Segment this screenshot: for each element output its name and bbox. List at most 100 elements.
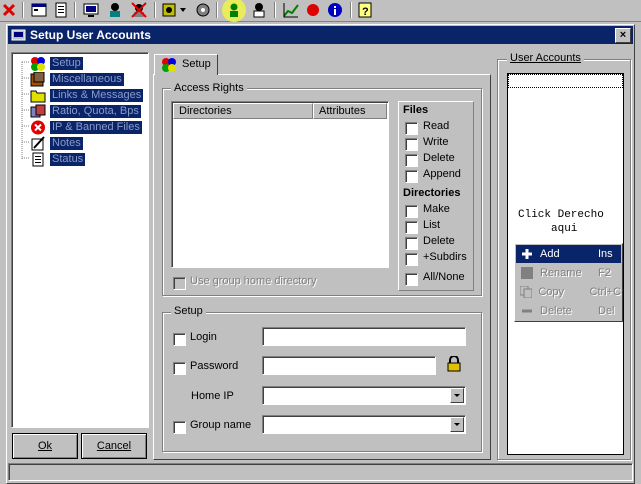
column-header-attributes[interactable]: Attributes	[313, 103, 387, 119]
tree-item-label: Miscellaneous	[50, 72, 124, 86]
tree-item-ip-banned[interactable]: IP & Banned Files	[30, 119, 142, 135]
menu-item-delete[interactable]: Delete Del	[516, 302, 621, 320]
make-label: Make	[423, 203, 450, 215]
menu-item-shortcut: Ctrl+C	[589, 286, 621, 298]
stop-icon[interactable]	[0, 1, 18, 19]
column-header-label: Directories	[179, 105, 232, 117]
menu-item-copy[interactable]: Copy Ctrl+C	[516, 283, 621, 301]
hint-text: Click Derecho	[518, 209, 604, 221]
menu-item-rename[interactable]: Rename F2	[516, 264, 621, 282]
menu-item-label: Add	[540, 248, 560, 260]
notes-icon	[30, 135, 46, 151]
info-icon[interactable]	[326, 1, 344, 19]
tree-item-label: Status	[50, 152, 86, 166]
context-menu: Add Ins Rename F2 Copy Ctrl+C Delete Del	[514, 243, 623, 322]
group-name-checkbox[interactable]	[173, 421, 186, 434]
window-title: Setup User Accounts	[30, 28, 151, 42]
settings-icon[interactable]	[160, 1, 178, 19]
user-accounts-icon[interactable]	[222, 0, 246, 22]
home-ip-dropdown[interactable]	[262, 386, 466, 405]
tree-item-label: Links & Messages	[50, 88, 144, 102]
lock-icon[interactable]	[447, 355, 461, 372]
menu-item-label: Rename	[540, 267, 582, 279]
subdirs-label: +Subdirs	[423, 251, 467, 263]
list-checkbox[interactable]	[405, 221, 418, 234]
write-checkbox[interactable]	[405, 138, 418, 151]
users-icon[interactable]	[106, 1, 124, 19]
delete-file-checkbox[interactable]	[405, 154, 418, 167]
use-group-home-label: Use group home directory	[190, 275, 317, 287]
cancel-label: Cancel	[96, 440, 132, 452]
list-focus-row	[508, 74, 623, 88]
dropdown-icon[interactable]	[178, 1, 188, 19]
menu-item-shortcut: Del	[598, 305, 615, 317]
setup-icon	[30, 56, 46, 71]
use-group-home-checkbox[interactable]	[173, 277, 186, 290]
all-none-label: All/None	[423, 271, 465, 283]
menu-item-shortcut: Ins	[598, 248, 613, 260]
login-input[interactable]	[262, 327, 466, 346]
minus-icon	[520, 305, 534, 317]
ok-button[interactable]: Ok	[12, 433, 78, 459]
status-bar	[8, 463, 633, 481]
user-icon[interactable]	[250, 1, 268, 19]
column-header-label: Attributes	[319, 105, 366, 117]
rename-icon	[520, 267, 534, 279]
title-bar: Setup User Accounts ×	[8, 26, 633, 44]
password-label: Password	[190, 360, 239, 372]
make-checkbox[interactable]	[405, 205, 418, 218]
tree-item-links-messages[interactable]: Links & Messages	[30, 87, 144, 103]
tree-item-status[interactable]: Status	[30, 151, 86, 167]
delete-file-label: Delete	[423, 152, 455, 164]
hint-text: aqui	[551, 223, 578, 235]
misc-icon	[30, 71, 46, 87]
monitor-icon[interactable]	[82, 1, 100, 19]
menu-item-label: Delete	[540, 305, 572, 317]
tree-item-label: Notes	[50, 136, 83, 150]
toolbar: ?	[0, 0, 641, 22]
group-name-dropdown[interactable]	[262, 415, 466, 434]
column-header-directories[interactable]: Directories	[173, 103, 313, 119]
menu-item-label: Copy	[538, 286, 565, 298]
read-checkbox[interactable]	[405, 122, 418, 135]
folder-icon	[30, 88, 46, 103]
list-label: List	[423, 219, 441, 231]
tree-item-ratio-quota[interactable]: Ratio, Quota, Bps	[30, 103, 141, 119]
tree-item-setup[interactable]: Setup	[30, 55, 83, 71]
setup-icon	[161, 57, 177, 73]
chart-icon[interactable]	[282, 1, 300, 19]
delete-dir-checkbox[interactable]	[405, 237, 418, 250]
login-label: Login	[190, 331, 217, 343]
cancel-button[interactable]: Cancel	[81, 433, 147, 459]
tree-item-label: Setup	[50, 56, 83, 70]
ban-icon[interactable]	[130, 1, 148, 19]
setup-title: Setup	[171, 305, 206, 317]
tab-setup[interactable]: Setup	[154, 54, 218, 75]
window-icon[interactable]	[30, 1, 48, 19]
directories-list[interactable]: Directories Attributes	[171, 101, 389, 268]
help-icon[interactable]: ?	[356, 1, 374, 19]
all-none-checkbox[interactable]	[405, 273, 418, 286]
home-ip-label: Home IP	[191, 390, 234, 402]
password-checkbox[interactable]	[173, 362, 186, 375]
directories-heading: Directories	[403, 187, 461, 199]
tree-item-notes[interactable]: Notes	[30, 135, 83, 151]
user-accounts-title: User Accounts	[507, 52, 584, 64]
close-button[interactable]: ×	[615, 28, 631, 43]
tree-item-miscellaneous[interactable]: Miscellaneous	[30, 71, 124, 87]
menu-item-shortcut: F2	[598, 267, 611, 279]
chevron-down-icon[interactable]	[450, 417, 464, 432]
append-checkbox[interactable]	[405, 170, 418, 183]
chevron-down-icon[interactable]	[450, 388, 464, 403]
password-input[interactable]	[262, 356, 436, 375]
login-checkbox[interactable]	[173, 333, 186, 346]
menu-item-add[interactable]: Add Ins	[516, 245, 621, 263]
subdirs-checkbox[interactable]	[405, 253, 418, 266]
gear-icon[interactable]	[194, 1, 212, 19]
record-icon[interactable]	[304, 1, 322, 19]
status-icon	[30, 152, 46, 167]
document-icon[interactable]	[52, 1, 70, 19]
svg-text:?: ?	[362, 6, 369, 18]
read-label: Read	[423, 120, 450, 132]
group-name-label: Group name	[190, 419, 252, 431]
